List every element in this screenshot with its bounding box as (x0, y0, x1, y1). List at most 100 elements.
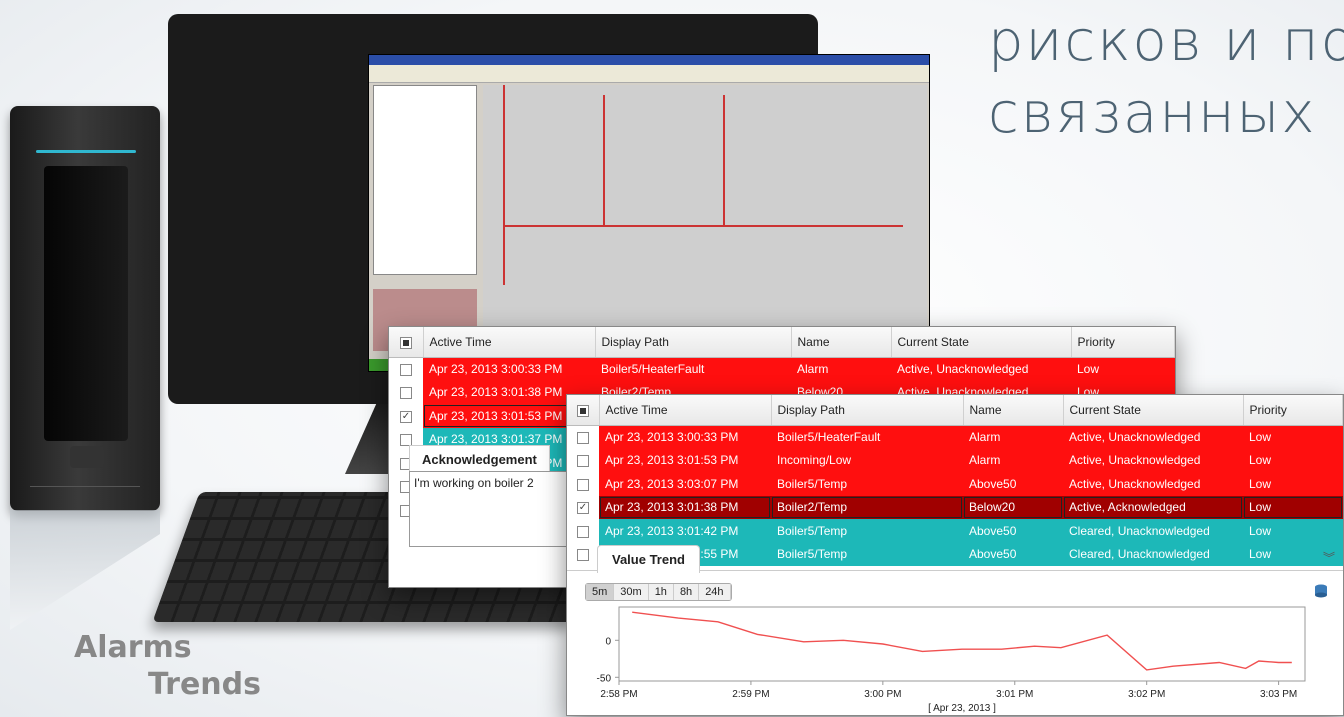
column-display-path[interactable]: Display Path (595, 327, 792, 358)
cell-priority: Low (1243, 495, 1343, 519)
screen-tree-pane (373, 85, 477, 275)
cell-display-path: Boiler5/HeaterFault (771, 425, 963, 449)
range-button-30m[interactable]: 30m (614, 584, 649, 600)
double-chevron-down-icon[interactable]: ︾ (1323, 549, 1335, 566)
headline-line-2: связанных (988, 81, 1317, 146)
screen-toolbar (369, 65, 929, 83)
alarm-row[interactable]: ✓ Apr 23, 2013 3:01:38 PM Boiler2/Temp Belo… (567, 495, 1343, 519)
alarm-row[interactable]: Apr 23, 2013 3:00:33 PM Boiler5/HeaterFau… (567, 425, 1343, 449)
time-range-selector: 5m 30m 1h 8h 24h (585, 583, 732, 601)
select-all-checkbox[interactable] (389, 327, 424, 358)
cell-name: Above50 (963, 472, 1063, 496)
cell-display-path: Boiler2/Temp (771, 495, 963, 519)
database-icon[interactable] (1313, 583, 1329, 599)
screen-diagram (483, 85, 927, 361)
cell-current-state: Active, Unacknowledged (891, 357, 1071, 381)
acknowledgement-tab[interactable]: Acknowledgement (409, 445, 550, 473)
x-tick-label: 3:03 PM (1260, 689, 1297, 700)
row-checkbox[interactable]: ✓ (389, 404, 423, 428)
column-current-state[interactable]: Current State (1063, 395, 1244, 426)
alarm-row[interactable]: Apr 23, 2013 3:01:42 PMBoiler5/TempAbove… (567, 519, 1343, 543)
cell-display-path: Boiler5/HeaterFault (595, 357, 791, 381)
alarm-table: Active Time Display Path Name Current St… (567, 395, 1343, 566)
x-tick-label: 2:58 PM (600, 689, 637, 700)
range-button-1h[interactable]: 1h (649, 584, 674, 600)
x-tick-label: 3:00 PM (864, 689, 901, 700)
row-checkbox[interactable] (389, 380, 423, 404)
alarm-row[interactable]: Apr 23, 2013 3:00:33 PM Boiler5/HeaterFau… (389, 357, 1175, 381)
value-trend-area: 5m 30m 1h 8h 24h 0 -50 2:58 PM 2:59 PM 3:00 PM 3:… (567, 570, 1343, 715)
monitor-screen (368, 54, 930, 372)
cell-current-state: Active, Unacknowledged (1063, 425, 1243, 449)
range-button-5m[interactable]: 5m (586, 584, 615, 600)
x-tick-label: 2:59 PM (732, 689, 769, 700)
range-button-8h[interactable]: 8h (674, 584, 700, 600)
headline-line-1: рисков и по (988, 9, 1344, 74)
cell-active-time: Apr 23, 2013 3:01:53 PM (599, 448, 771, 472)
cell-active-time: Apr 23, 2013 3:00:33 PM (423, 357, 595, 381)
pc-tower-image (10, 106, 160, 511)
tower-reflection (10, 510, 160, 630)
power-led (36, 150, 136, 153)
headline: рисков и по связанных (988, 6, 1344, 150)
cell-priority: Low (1243, 472, 1343, 496)
cell-name: Above50 (963, 542, 1063, 566)
range-button-24h[interactable]: 24h (699, 584, 731, 600)
cell-display-path: Boiler5/Temp (771, 542, 963, 566)
column-active-time[interactable]: Active Time (423, 327, 596, 358)
row-checkbox[interactable] (567, 519, 599, 543)
column-current-state[interactable]: Current State (891, 327, 1072, 358)
row-checkbox[interactable]: ✓ (567, 495, 599, 519)
cell-current-state: Active, Unacknowledged (1063, 448, 1243, 472)
column-name[interactable]: Name (963, 395, 1064, 426)
select-all-checkbox[interactable] (567, 395, 600, 426)
cell-priority: Low (1243, 519, 1343, 543)
cell-current-state: Active, Unacknowledged (1063, 472, 1243, 496)
column-priority[interactable]: Priority (1071, 327, 1175, 358)
alarm-table-header: Active Time Display Path Name Current St… (567, 395, 1343, 426)
cell-active-time: Apr 23, 2013 3:03:07 PM (599, 472, 771, 496)
cell-name: Below20 (963, 495, 1063, 519)
captions: Alarms Trends (74, 630, 261, 702)
front-ports (30, 486, 140, 506)
cell-display-path: Boiler5/Temp (771, 472, 963, 496)
caption-trends: Trends (148, 667, 261, 702)
row-checkbox[interactable] (567, 542, 599, 566)
cell-name: Alarm (791, 357, 891, 381)
alarm-row[interactable]: Apr 23, 2013 3:03:07 PM Boiler5/Temp Above… (567, 472, 1343, 496)
cell-active-time: Apr 23, 2013 3:01:42 PM (599, 519, 771, 543)
drive-bay (44, 166, 128, 441)
row-checkbox[interactable] (567, 472, 599, 496)
cell-name: Above50 (963, 519, 1063, 543)
column-priority[interactable]: Priority (1243, 395, 1343, 426)
row-checkbox[interactable] (567, 448, 599, 472)
cell-active-time: Apr 23, 2013 3:00:33 PM (599, 425, 771, 449)
column-display-path[interactable]: Display Path (771, 395, 964, 426)
alarm-table-header: Active Time Display Path Name Current St… (389, 327, 1175, 358)
alarm-row[interactable]: Apr 23, 2013 3:01:53 PM Incoming/Low Alarm… (567, 448, 1343, 472)
cell-priority: Low (1071, 357, 1175, 381)
cell-current-state: Cleared, Unacknowledged (1063, 519, 1243, 543)
cell-current-state: Cleared, Unacknowledged (1063, 542, 1243, 566)
trend-series-line (632, 611, 1292, 671)
column-active-time[interactable]: Active Time (599, 395, 772, 426)
caption-alarms: Alarms (74, 630, 192, 665)
value-trend-tab[interactable]: Value Trend (597, 545, 700, 573)
column-name[interactable]: Name (791, 327, 892, 358)
cell-name: Alarm (963, 425, 1063, 449)
alarm-table-panel-front: Active Time Display Path Name Current St… (566, 394, 1344, 716)
row-checkbox[interactable] (389, 357, 423, 381)
cell-active-time: Apr 23, 2013 3:01:38 PM (599, 495, 771, 519)
cell-display-path: Boiler5/Temp (771, 519, 963, 543)
x-axis-label: [ Apr 23, 2013 ] (928, 703, 996, 714)
eject-button-graphic (70, 446, 104, 468)
cell-priority: Low (1243, 448, 1343, 472)
screen-titlebar (369, 55, 929, 65)
row-checkbox[interactable] (567, 425, 599, 449)
value-trend-chart: 0 -50 2:58 PM 2:59 PM 3:00 PM 3:01 PM 3:02 PM 3… (597, 606, 1306, 714)
acknowledgement-note-field[interactable]: I'm working on boiler 2 (409, 471, 569, 547)
y-tick-label: 0 (605, 636, 611, 647)
y-tick-label: -50 (597, 673, 612, 684)
cell-current-state: Active, Acknowledged (1063, 495, 1243, 519)
plot-frame (618, 606, 1306, 682)
